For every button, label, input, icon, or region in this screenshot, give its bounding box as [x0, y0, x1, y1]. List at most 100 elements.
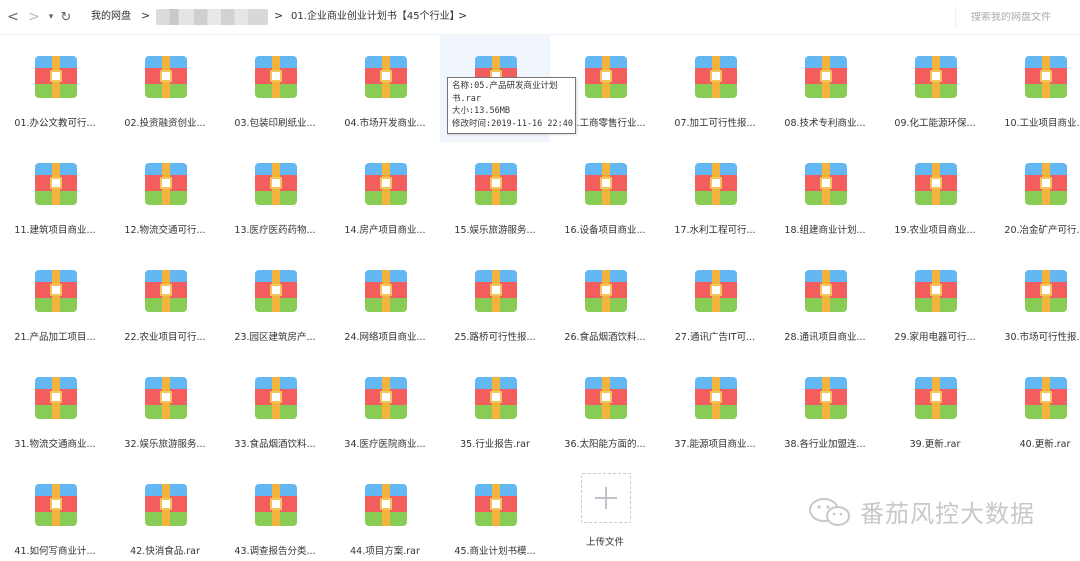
file-name-label: 40.更新.rar — [1019, 439, 1071, 450]
tooltip-name-cont: 书.rar — [452, 93, 481, 104]
file-tile[interactable]: 25.路桥可行性报... — [440, 249, 550, 356]
forward-button[interactable]: > — [25, 8, 43, 26]
file-name-label: 30.市场可行性报... — [1004, 332, 1080, 343]
rar-archive-icon — [35, 163, 77, 205]
rar-archive-icon — [365, 270, 407, 312]
file-tile[interactable]: 32.娱乐旅游服务... — [110, 356, 220, 463]
rar-archive-icon — [475, 270, 517, 312]
rar-archive-icon — [805, 56, 847, 98]
breadcrumb-redacted[interactable] — [156, 9, 268, 25]
file-tile[interactable]: 30.市场可行性报... — [990, 249, 1080, 356]
breadcrumb-root[interactable]: 我的网盘 — [91, 10, 131, 24]
file-name-label: 18.组建商业计划... — [784, 225, 866, 236]
file-name-label: 17.水利工程可行... — [674, 225, 756, 236]
file-tile[interactable]: 42.快消食品.rar — [110, 463, 220, 561]
file-tile[interactable]: 37.能源项目商业... — [660, 356, 770, 463]
file-tile[interactable]: 02.投资融资创业... — [110, 35, 220, 142]
file-tile[interactable]: 29.家用电器可行... — [880, 249, 990, 356]
file-name-label: 07.加工可行性报... — [674, 118, 756, 129]
chevron-left-icon: < — [7, 9, 19, 25]
wechat-icon — [809, 497, 850, 526]
refresh-button[interactable]: ↻ — [57, 8, 75, 26]
file-tile[interactable]: 01.办公文教可行... — [0, 35, 110, 142]
file-tile[interactable]: 04.市场开发商业... — [330, 35, 440, 142]
breadcrumb-separator: > — [274, 9, 284, 22]
file-name-label: 11.建筑项目商业... — [14, 225, 96, 236]
file-tile[interactable]: 11.建筑项目商业... — [0, 142, 110, 249]
search-input[interactable] — [971, 11, 1071, 23]
file-tile[interactable]: 39.更新.rar — [880, 356, 990, 463]
file-name-label: 21.产品加工项目... — [14, 332, 96, 343]
file-tile[interactable]: 31.物流交通商业... — [0, 356, 110, 463]
rar-archive-icon — [585, 270, 627, 312]
breadcrumb-separator: > — [141, 9, 151, 22]
rar-archive-icon — [805, 163, 847, 205]
file-name-label: 41.如何写商业计... — [14, 546, 96, 557]
upload-tile[interactable]: 上传文件 — [550, 462, 660, 561]
plus-icon — [595, 487, 617, 509]
file-name-label: 08.技术专利商业... — [784, 118, 866, 129]
back-button[interactable]: < — [4, 8, 22, 26]
file-name-label: 20.冶金矿产可行... — [1004, 225, 1080, 236]
file-name-label: 34.医疗医院商业... — [344, 439, 426, 450]
file-tile[interactable]: 10.工业项目商业... — [990, 35, 1080, 142]
rar-archive-icon — [695, 270, 737, 312]
rar-archive-icon — [365, 377, 407, 419]
file-name-label: 32.娱乐旅游服务... — [124, 439, 206, 450]
file-tile[interactable]: 38.各行业加盟连... — [770, 356, 880, 463]
file-tile[interactable]: 33.食品烟酒饮料... — [220, 356, 330, 463]
file-tile[interactable]: 22.农业项目可行... — [110, 249, 220, 356]
rar-archive-icon — [1025, 270, 1067, 312]
rar-archive-icon — [35, 484, 77, 526]
file-tile[interactable]: 41.如何写商业计... — [0, 463, 110, 561]
file-tile[interactable]: 16.设备项目商业... — [550, 142, 660, 249]
file-name-label: 27.通讯广告IT可... — [674, 332, 756, 343]
search-box — [955, 6, 1075, 28]
rar-archive-icon — [915, 56, 957, 98]
file-tile[interactable]: 23.园区建筑房产... — [220, 249, 330, 356]
file-tile[interactable]: 44.项目方案.rar — [330, 463, 440, 561]
rar-archive-icon — [145, 270, 187, 312]
file-name-label: 13.医疗医药药物... — [234, 225, 316, 236]
file-tile[interactable]: 12.物流交通可行... — [110, 142, 220, 249]
rar-archive-icon — [475, 163, 517, 205]
file-tile[interactable]: 28.通讯项目商业... — [770, 249, 880, 356]
file-tile[interactable]: 43.调查报告分类... — [220, 463, 330, 561]
file-tile[interactable]: 45.商业计划书模... — [440, 463, 550, 561]
file-name-label: 28.通讯项目商业... — [784, 332, 866, 343]
file-tile[interactable]: 15.娱乐旅游服务... — [440, 142, 550, 249]
file-tile[interactable]: 08.技术专利商业... — [770, 35, 880, 142]
file-tile[interactable]: 09.化工能源环保... — [880, 35, 990, 142]
file-name-label: 10.工业项目商业... — [1004, 118, 1080, 129]
rar-archive-icon — [1025, 377, 1067, 419]
file-tile[interactable]: 35.行业报告.rar — [440, 356, 550, 463]
file-tile[interactable]: 27.通讯广告IT可... — [660, 249, 770, 356]
file-tile[interactable]: 13.医疗医药药物... — [220, 142, 330, 249]
file-tooltip: 名称:05.产品研发商业计划 书.rar 大小:13.56MB 修改时间:201… — [447, 77, 576, 134]
file-tile[interactable]: 07.加工可行性报... — [660, 35, 770, 142]
file-name-label: 26.食品烟酒饮料... — [564, 332, 646, 343]
file-tile[interactable]: 21.产品加工项目... — [0, 249, 110, 356]
file-tile[interactable]: 34.医疗医院商业... — [330, 356, 440, 463]
file-name-label: 23.园区建筑房产... — [234, 332, 316, 343]
file-tile[interactable]: 03.包装印刷纸业... — [220, 35, 330, 142]
rar-archive-icon — [585, 163, 627, 205]
rar-archive-icon — [805, 377, 847, 419]
file-tile[interactable]: 24.网络项目商业... — [330, 249, 440, 356]
file-tile[interactable]: 26.食品烟酒饮料... — [550, 249, 660, 356]
rar-archive-icon — [255, 377, 297, 419]
file-tile[interactable]: 36.太阳能方面的... — [550, 356, 660, 463]
file-tile[interactable]: 40.更新.rar — [990, 356, 1080, 463]
file-name-label: 38.各行业加盟连... — [784, 439, 866, 450]
upload-button[interactable] — [581, 473, 631, 523]
watermark-text: 番茄风控大数据 — [860, 500, 1035, 528]
file-tile[interactable]: 14.房产项目商业... — [330, 142, 440, 249]
file-tile[interactable]: 18.组建商业计划... — [770, 142, 880, 249]
breadcrumb-current[interactable]: 01.企业商业创业计划书【45个行业】 — [291, 10, 460, 24]
file-tile[interactable]: 19.农业项目商业... — [880, 142, 990, 249]
rar-archive-icon — [475, 484, 517, 526]
rar-archive-icon — [145, 484, 187, 526]
file-tile[interactable]: 17.水利工程可行... — [660, 142, 770, 249]
file-name-label: 03.包装印刷纸业... — [234, 118, 316, 129]
file-tile[interactable]: 20.冶金矿产可行... — [990, 142, 1080, 249]
